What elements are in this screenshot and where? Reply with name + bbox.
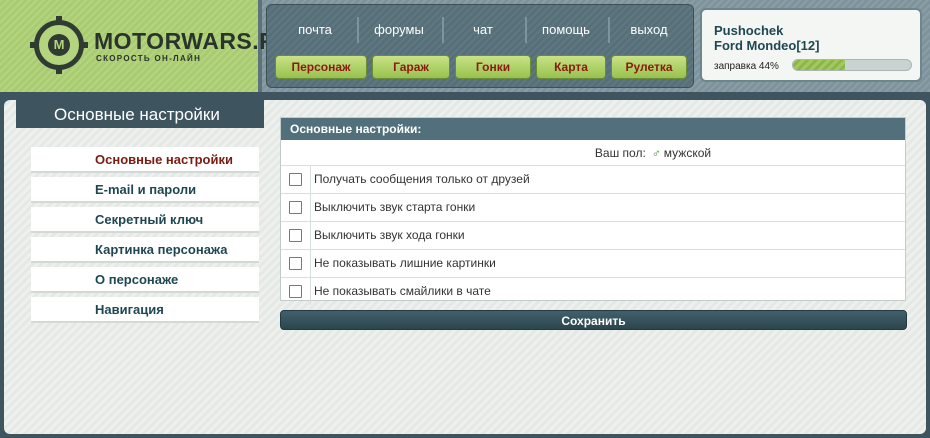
- fuel-progress-bar: [792, 59, 912, 71]
- user-name[interactable]: Pushochek: [714, 23, 783, 38]
- side-menu-item-avatar[interactable]: Картинка персонажа: [31, 237, 259, 263]
- male-icon: ♂: [651, 146, 661, 160]
- option-label: Выключить звук старта гонки: [314, 200, 476, 214]
- gender-value: мужской: [663, 146, 712, 160]
- option-row: Выключить звук старта гонки: [281, 194, 905, 222]
- option-row: Выключить звук хода гонки: [281, 222, 905, 250]
- logo-icon: M: [30, 16, 88, 74]
- nav-link-mail[interactable]: почта: [275, 22, 355, 37]
- page-title: Основные настройки: [54, 105, 220, 124]
- logo-area[interactable]: M MOTORWARS.RU СКОРОСТЬ ОН-ЛАЙН: [0, 0, 293, 92]
- option-checkbox-race-sound[interactable]: [289, 229, 302, 242]
- option-checkbox-hide-images[interactable]: [289, 257, 302, 270]
- settings-header: Основные настройки:: [281, 118, 905, 140]
- gender-label: Ваш пол:: [594, 146, 646, 160]
- option-checkbox-hide-smileys[interactable]: [289, 285, 302, 298]
- nav-link-help[interactable]: помощь: [526, 22, 606, 37]
- fuel-label: заправка 44%: [714, 61, 779, 72]
- side-menu-item-email[interactable]: E-mail и пароли: [31, 177, 259, 203]
- save-button[interactable]: Сохранить: [280, 310, 907, 330]
- brand-name: MOTORWARS.RU: [94, 28, 294, 54]
- nav-panel: почта форумы чат помощь выход Персонаж Г…: [266, 4, 694, 88]
- option-label: Выключить звук хода гонки: [314, 228, 465, 242]
- option-checkbox-race-start-sound[interactable]: [289, 201, 302, 214]
- option-row: Получать сообщения только от друзей: [281, 166, 905, 194]
- option-checkbox-friends-only[interactable]: [289, 173, 302, 186]
- gender-row: Ваш пол: ♂ мужской: [281, 140, 905, 166]
- side-menu: Основные настройки E-mail и пароли Секре…: [31, 147, 259, 327]
- nav-link-exit[interactable]: выход: [609, 22, 689, 37]
- nav-button-map[interactable]: Карта: [536, 55, 606, 79]
- nav-button-roulette[interactable]: Рулетка: [611, 55, 687, 79]
- side-menu-item-general[interactable]: Основные настройки: [31, 147, 259, 173]
- nav-button-races[interactable]: Гонки: [455, 55, 531, 79]
- nav-link-chat[interactable]: чат: [443, 22, 523, 37]
- option-row: Не показывать смайлики в чате: [281, 278, 905, 306]
- option-label: Не показывать смайлики в чате: [314, 284, 491, 298]
- nav-link-forums[interactable]: форумы: [359, 22, 439, 37]
- side-menu-item-secret-key[interactable]: Секретный ключ: [31, 207, 259, 233]
- nav-button-character[interactable]: Персонаж: [275, 55, 367, 79]
- user-car[interactable]: Ford Mondeo[12]: [714, 38, 819, 53]
- side-menu-item-navigation[interactable]: Навигация: [31, 297, 259, 323]
- side-menu-item-about[interactable]: О персонаже: [31, 267, 259, 293]
- user-panel: Pushochek Ford Mondeo[12] заправка 44%: [700, 8, 922, 82]
- brand-slogan: СКОРОСТЬ ОН-ЛАЙН: [96, 54, 202, 63]
- option-row: Не показывать лишние картинки: [281, 250, 905, 278]
- option-label: Получать сообщения только от друзей: [314, 172, 530, 186]
- site-header: M MOTORWARS.RU СКОРОСТЬ ОН-ЛАЙН почта фо…: [0, 0, 930, 92]
- fuel-progress-fill: [793, 60, 845, 70]
- option-label: Не показывать лишние картинки: [314, 256, 496, 270]
- nav-button-garage[interactable]: Гараж: [372, 55, 450, 79]
- settings-panel: Основные настройки: Ваш пол: ♂ мужской Пол…: [280, 117, 906, 305]
